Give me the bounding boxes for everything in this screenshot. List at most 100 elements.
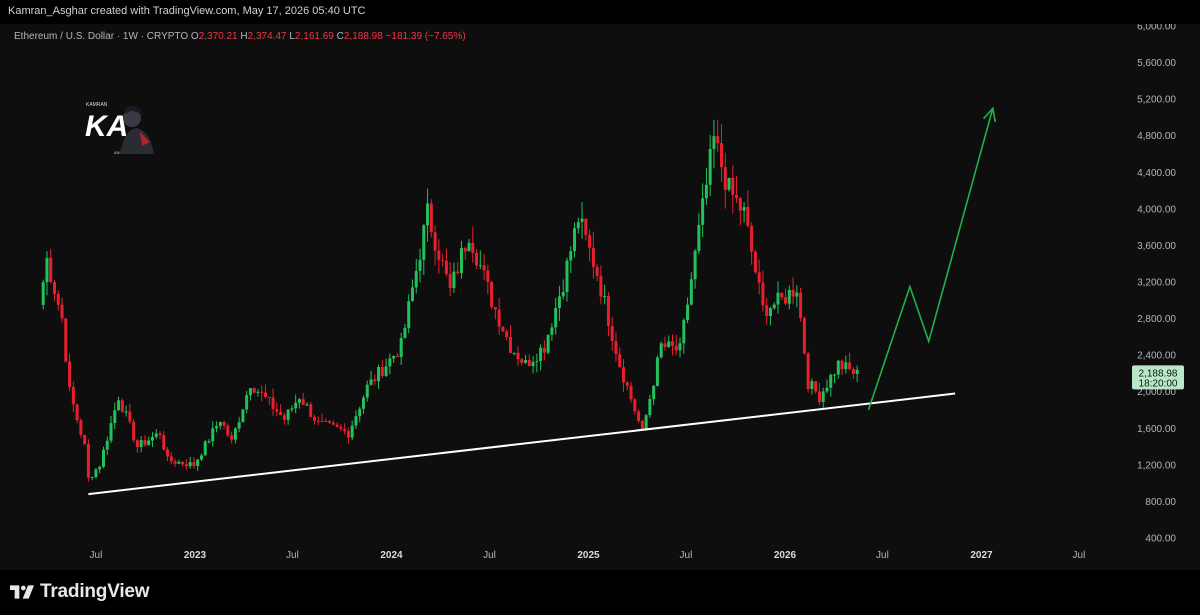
price-tick-label: 5,200.00 [1137,95,1176,106]
candle-body [101,449,105,467]
candle [365,380,369,402]
candle-body [56,293,60,305]
candle [524,354,528,364]
price-axis: 6,000.00 5,600.00 5,200.00 4,800.00 4,400.00… [1137,22,1176,545]
chart-frame: Kamran_Asghar created with TradingView.c… [0,0,1200,615]
candle [738,196,742,225]
candle-body [554,308,558,328]
candle [554,297,558,335]
candle-body [369,379,373,385]
candle [829,373,833,397]
candle-body [486,270,490,282]
candle-body [727,177,731,190]
candle-body [279,411,283,416]
candle-body [154,433,158,437]
candle [591,231,595,279]
candle [795,285,799,308]
candle-body [132,421,136,441]
legend-close: 2,188.98 [343,31,383,42]
candle-body [49,257,53,283]
candle [486,264,490,295]
time-tick-label: Jul [483,550,496,561]
candle-body [584,218,588,235]
candle-body [738,198,742,211]
candle [407,294,411,334]
candle [459,240,463,279]
price-tick-label: 800.00 [1145,497,1176,508]
candle [328,420,332,424]
candle [606,291,610,337]
candle-body [659,343,663,358]
candle [701,183,705,238]
candle [135,439,139,453]
candle [343,423,347,435]
candle [215,421,219,433]
price-tick-label: 3,200.00 [1137,278,1176,289]
candle [369,370,373,386]
candle [637,409,641,423]
candle-body [644,415,648,429]
candle [561,279,565,300]
candle-body [569,251,573,261]
candle-body [373,379,377,382]
candle [723,152,727,209]
candle [463,246,467,260]
candle [75,403,79,424]
candle-body [143,440,147,445]
candle [817,382,821,406]
candle-body [512,352,516,354]
tradingview-brand[interactable]: TradingView [10,581,150,603]
price-tick-label: 4,000.00 [1137,204,1176,215]
candle [433,225,437,266]
candle-body [640,421,644,429]
candle [49,248,53,284]
candle [166,447,170,462]
candle-body [674,345,678,351]
candle-body [456,271,460,274]
candle-body [735,194,739,199]
candle [531,356,535,374]
candle [346,427,350,444]
candle-body [215,425,219,429]
candle [622,359,626,392]
candle [395,352,399,358]
price-chart[interactable]: 6,000.00 5,600.00 5,200.00 4,800.00 4,400.00… [0,22,1200,570]
candle-body [343,429,347,432]
candle-body [701,198,705,225]
chart-area[interactable]: 6,000.00 5,600.00 5,200.00 4,800.00 4,400.00… [0,22,1200,570]
candle [678,337,682,358]
price-tag-countdown: 18:20:00 [1139,378,1178,389]
candle [211,421,215,447]
candle-body [693,250,697,280]
candle [761,270,765,312]
candle-body [497,309,501,327]
candle-body [162,435,166,450]
candle-body [829,374,833,388]
candle-body [452,271,456,288]
candle [426,188,430,242]
candle-body [772,304,776,309]
candle-body [252,388,256,393]
candle [324,418,328,423]
candle-body [75,404,79,421]
candle-body [761,282,765,306]
candle [105,436,109,456]
candle-body [128,411,132,422]
candle [573,222,577,258]
candle [181,461,185,467]
candle-body [316,420,320,422]
candle [456,262,460,275]
candle [833,373,837,384]
time-tick-label: 2027 [970,550,993,561]
candle [712,119,716,169]
candle-body [840,360,844,370]
candle-body [346,431,350,438]
candle-body [467,242,471,252]
candle-body [354,416,358,426]
candle [305,402,309,406]
candle [248,388,252,401]
candle-body [652,385,656,400]
candle [41,279,45,310]
candle-body [565,260,569,293]
candle [791,277,795,305]
